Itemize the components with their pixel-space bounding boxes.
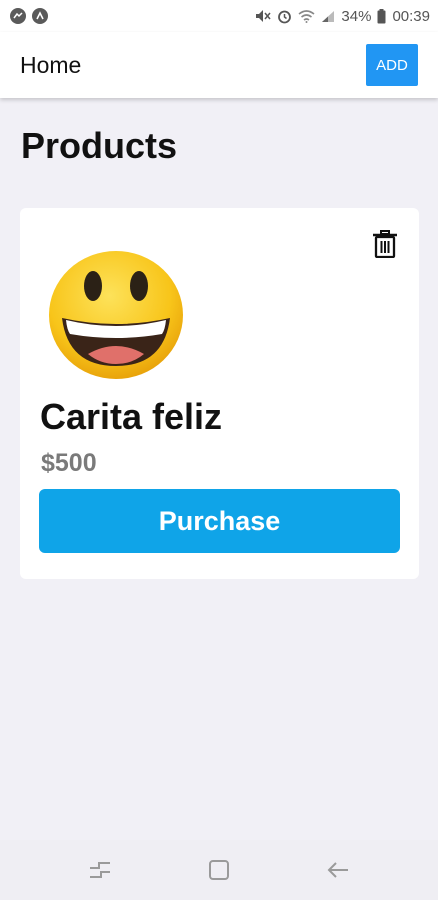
- messenger-icon: [10, 8, 26, 24]
- signal-icon: [321, 10, 335, 23]
- home-icon[interactable]: [199, 850, 239, 890]
- grinning-face-emoji: [46, 248, 186, 382]
- product-name: Carita feliz: [40, 396, 223, 437]
- header-title: Home: [20, 51, 82, 78]
- recent-apps-icon[interactable]: [80, 850, 120, 890]
- nav-bar: [0, 840, 438, 900]
- battery-icon: [377, 8, 386, 24]
- wifi-icon: [298, 9, 315, 23]
- battery-percent: 34%: [341, 7, 372, 25]
- mute-icon: [255, 9, 271, 23]
- status-bar: 34% 00:39: [0, 0, 438, 32]
- product-price: $500: [41, 449, 97, 477]
- alarm-icon: [277, 9, 292, 24]
- purchase-button[interactable]: Purchase: [39, 489, 400, 553]
- status-right: 34% 00:39: [255, 8, 430, 25]
- page-title: Products: [21, 125, 178, 166]
- app-header: Home ADD: [0, 32, 438, 98]
- product-card: Carita feliz $500 Purchase: [20, 208, 419, 579]
- notification-app-icon: [32, 8, 48, 24]
- trash-icon[interactable]: [372, 230, 398, 259]
- add-button[interactable]: ADD: [366, 44, 418, 86]
- status-left: [10, 8, 48, 24]
- back-icon[interactable]: [318, 850, 358, 890]
- clock-time: 00:39: [392, 7, 430, 25]
